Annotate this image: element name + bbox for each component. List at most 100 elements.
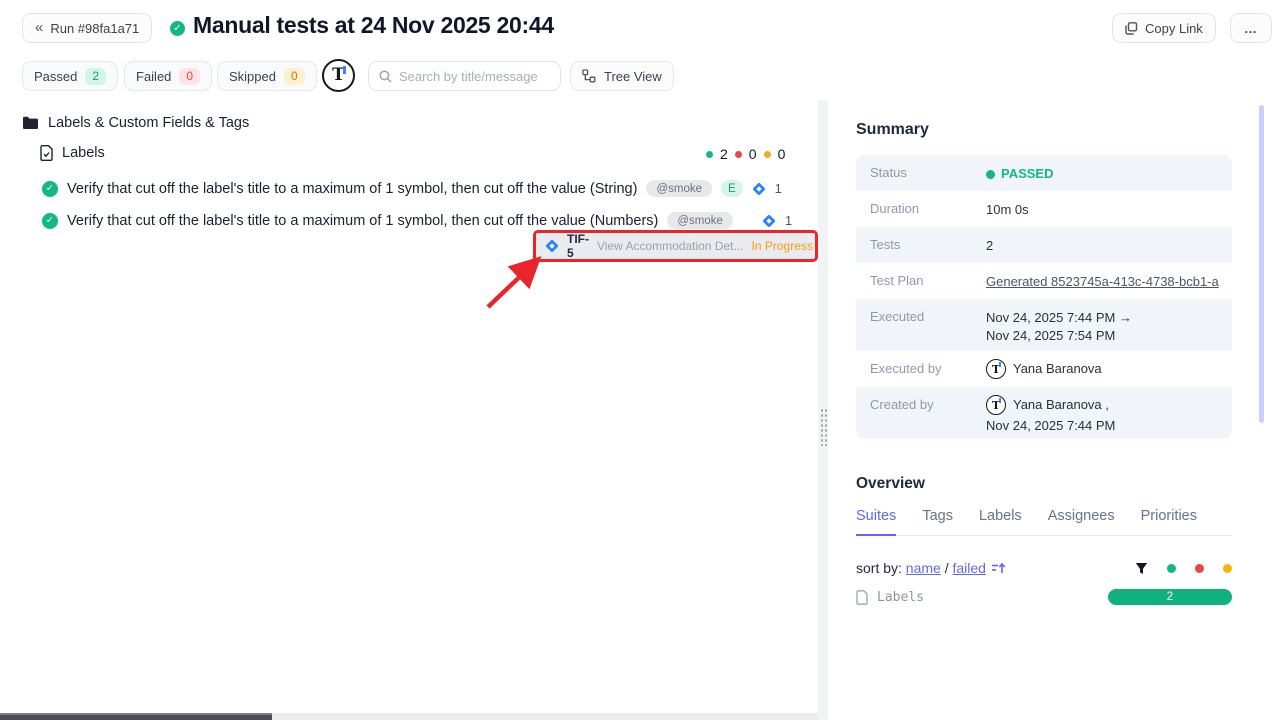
- suite-file-icon: [40, 145, 53, 161]
- suite-skipped-count: 0: [778, 146, 786, 162]
- filter-skipped-label: Skipped: [229, 69, 276, 84]
- summary-row-executed: Executed Nov 24, 2025 7:44 PM → Nov 24, …: [856, 299, 1232, 351]
- suite-passed-bar-count: 2: [1167, 591, 1173, 603]
- duration-value: 10m 0s: [986, 191, 1029, 219]
- search-box: [368, 61, 561, 91]
- filter-failed-label: Failed: [136, 69, 171, 84]
- env-badge[interactable]: E: [721, 180, 743, 197]
- splitter-grip-icon[interactable]: [820, 408, 827, 446]
- jira-issue-tooltip[interactable]: TIF-5 View Accommodation Det... In Progr…: [533, 230, 818, 262]
- overview-suite-row[interactable]: Labels 2: [856, 589, 1232, 605]
- skipped-dot-icon: [764, 151, 771, 158]
- tests-value: 2: [986, 227, 993, 255]
- status-legend: [1135, 562, 1232, 575]
- back-to-run-button[interactable]: « Run #98fa1a71: [22, 13, 152, 43]
- duration-label: Duration: [856, 191, 986, 216]
- summary-row-duration: Duration 10m 0s: [856, 191, 1232, 227]
- jira-issue-icon[interactable]: [752, 182, 766, 196]
- test-plan-link[interactable]: Generated 8523745a-413c-4738-bcb1-a: [986, 273, 1219, 291]
- created-by-label: Created by: [856, 387, 986, 412]
- test-run-page: « Run #98fa1a71 ✓ Manual tests at 24 Nov…: [0, 0, 1280, 720]
- more-actions-button[interactable]: …: [1230, 13, 1272, 43]
- summary-row-executed-by: Executed by T Yana Baranova: [856, 351, 1232, 387]
- tests-label: Tests: [856, 227, 986, 252]
- sort-direction-icon[interactable]: [991, 562, 1006, 575]
- folder-label: Labels & Custom Fields & Tags: [48, 115, 249, 131]
- tab-labels[interactable]: Labels: [979, 508, 1022, 535]
- back-button-label: Run #98fa1a71: [50, 21, 139, 36]
- horizontal-scrollbar-thumb[interactable]: [0, 713, 272, 720]
- sort-by-name-link[interactable]: name: [906, 560, 941, 576]
- executed-label: Executed: [856, 299, 986, 324]
- test-title[interactable]: Verify that cut off the label's title to…: [67, 213, 658, 229]
- search-icon: [379, 70, 392, 83]
- search-input[interactable]: [399, 69, 550, 84]
- tag-badge[interactable]: @smoke: [667, 212, 733, 229]
- issue-count: 1: [775, 181, 782, 196]
- copy-link-label: Copy Link: [1145, 21, 1203, 36]
- issue-title: View Accommodation Det...: [597, 239, 744, 253]
- filter-passed-button[interactable]: Passed 2: [22, 61, 118, 91]
- summary-row-status: Status PASSED: [856, 155, 1232, 191]
- legend-passed-dot[interactable]: [1167, 564, 1176, 573]
- test-passed-check-icon: ✓: [42, 213, 58, 229]
- test-plan-label: Test Plan: [856, 263, 986, 288]
- suite-failed-count: 0: [749, 146, 757, 162]
- passed-dot-icon: [706, 151, 713, 158]
- assignee-filter-avatar[interactable]: T: [322, 59, 355, 92]
- overview-suite-name[interactable]: Labels: [877, 590, 924, 605]
- summary-row-tests: Tests 2: [856, 227, 1232, 263]
- tree-view-button[interactable]: Tree View: [570, 61, 674, 91]
- filter-funnel-icon[interactable]: [1135, 562, 1148, 575]
- tab-priorities[interactable]: Priorities: [1141, 508, 1197, 535]
- copy-icon: [1125, 22, 1138, 35]
- suite-name: Labels: [62, 145, 105, 161]
- file-icon: [856, 590, 868, 605]
- executed-value: Nov 24, 2025 7:44 PM → Nov 24, 2025 7:54…: [986, 299, 1132, 345]
- overview-tabs: Suites Tags Labels Assignees Priorities: [856, 508, 1232, 536]
- filter-failed-button[interactable]: Failed 0: [124, 61, 212, 91]
- tab-suites[interactable]: Suites: [856, 508, 896, 536]
- tag-badge[interactable]: @smoke: [646, 180, 712, 197]
- status-dot-icon: [986, 170, 995, 179]
- tree-view-icon: [582, 69, 596, 83]
- tree-view-label: Tree View: [604, 69, 662, 84]
- tree-folder-row[interactable]: Labels & Custom Fields & Tags: [22, 115, 249, 131]
- legend-failed-dot[interactable]: [1195, 564, 1204, 573]
- test-row[interactable]: ✓ Verify that cut off the label's title …: [42, 180, 782, 197]
- passed-count-badge: 2: [85, 68, 106, 85]
- issue-count: 1: [785, 213, 792, 228]
- status-value: PASSED: [986, 155, 1054, 183]
- issue-status: In Progress: [752, 239, 813, 253]
- executed-by-label: Executed by: [856, 351, 986, 376]
- overview-heading: Overview: [856, 475, 925, 493]
- sort-by-label: sort by:: [856, 560, 906, 576]
- user-avatar-icon: T: [322, 59, 355, 92]
- suite-passed-bar[interactable]: 2: [1108, 589, 1232, 605]
- run-passed-check-icon: ✓: [170, 21, 185, 36]
- summary-table: Status PASSED Duration 10m 0s Tests 2 Te…: [856, 155, 1232, 439]
- test-row[interactable]: ✓ Verify that cut off the label's title …: [42, 212, 792, 229]
- ellipsis-icon: …: [1244, 21, 1258, 36]
- page-title: Manual tests at 24 Nov 2025 20:44: [193, 12, 554, 39]
- back-chevrons-icon: «: [35, 19, 43, 36]
- jira-issue-icon: [545, 239, 559, 253]
- test-title[interactable]: Verify that cut off the label's title to…: [67, 181, 637, 197]
- jira-issue-icon[interactable]: [762, 214, 776, 228]
- summary-row-created-by: Created by T Yana Baranova , Nov 24, 202…: [856, 387, 1232, 439]
- created-by-value: T Yana Baranova , Nov 24, 2025 7:44 PM: [986, 387, 1115, 435]
- summary-heading: Summary: [856, 121, 929, 139]
- tree-suite-row[interactable]: Labels: [40, 145, 105, 161]
- legend-skipped-dot[interactable]: [1223, 564, 1232, 573]
- sort-by-failed-link[interactable]: failed: [953, 560, 986, 576]
- skipped-count-badge: 0: [284, 68, 305, 85]
- failed-count-badge: 0: [179, 68, 200, 85]
- issue-key: TIF-5: [567, 232, 589, 260]
- filter-skipped-button[interactable]: Skipped 0: [217, 61, 317, 91]
- tab-assignees[interactable]: Assignees: [1048, 508, 1115, 535]
- suite-passed-count: 2: [720, 146, 728, 162]
- horizontal-scrollbar[interactable]: [0, 713, 818, 720]
- copy-link-button[interactable]: Copy Link: [1112, 13, 1216, 43]
- tab-tags[interactable]: Tags: [922, 508, 953, 535]
- sidebar-scrollbar-thumb[interactable]: [1259, 105, 1264, 423]
